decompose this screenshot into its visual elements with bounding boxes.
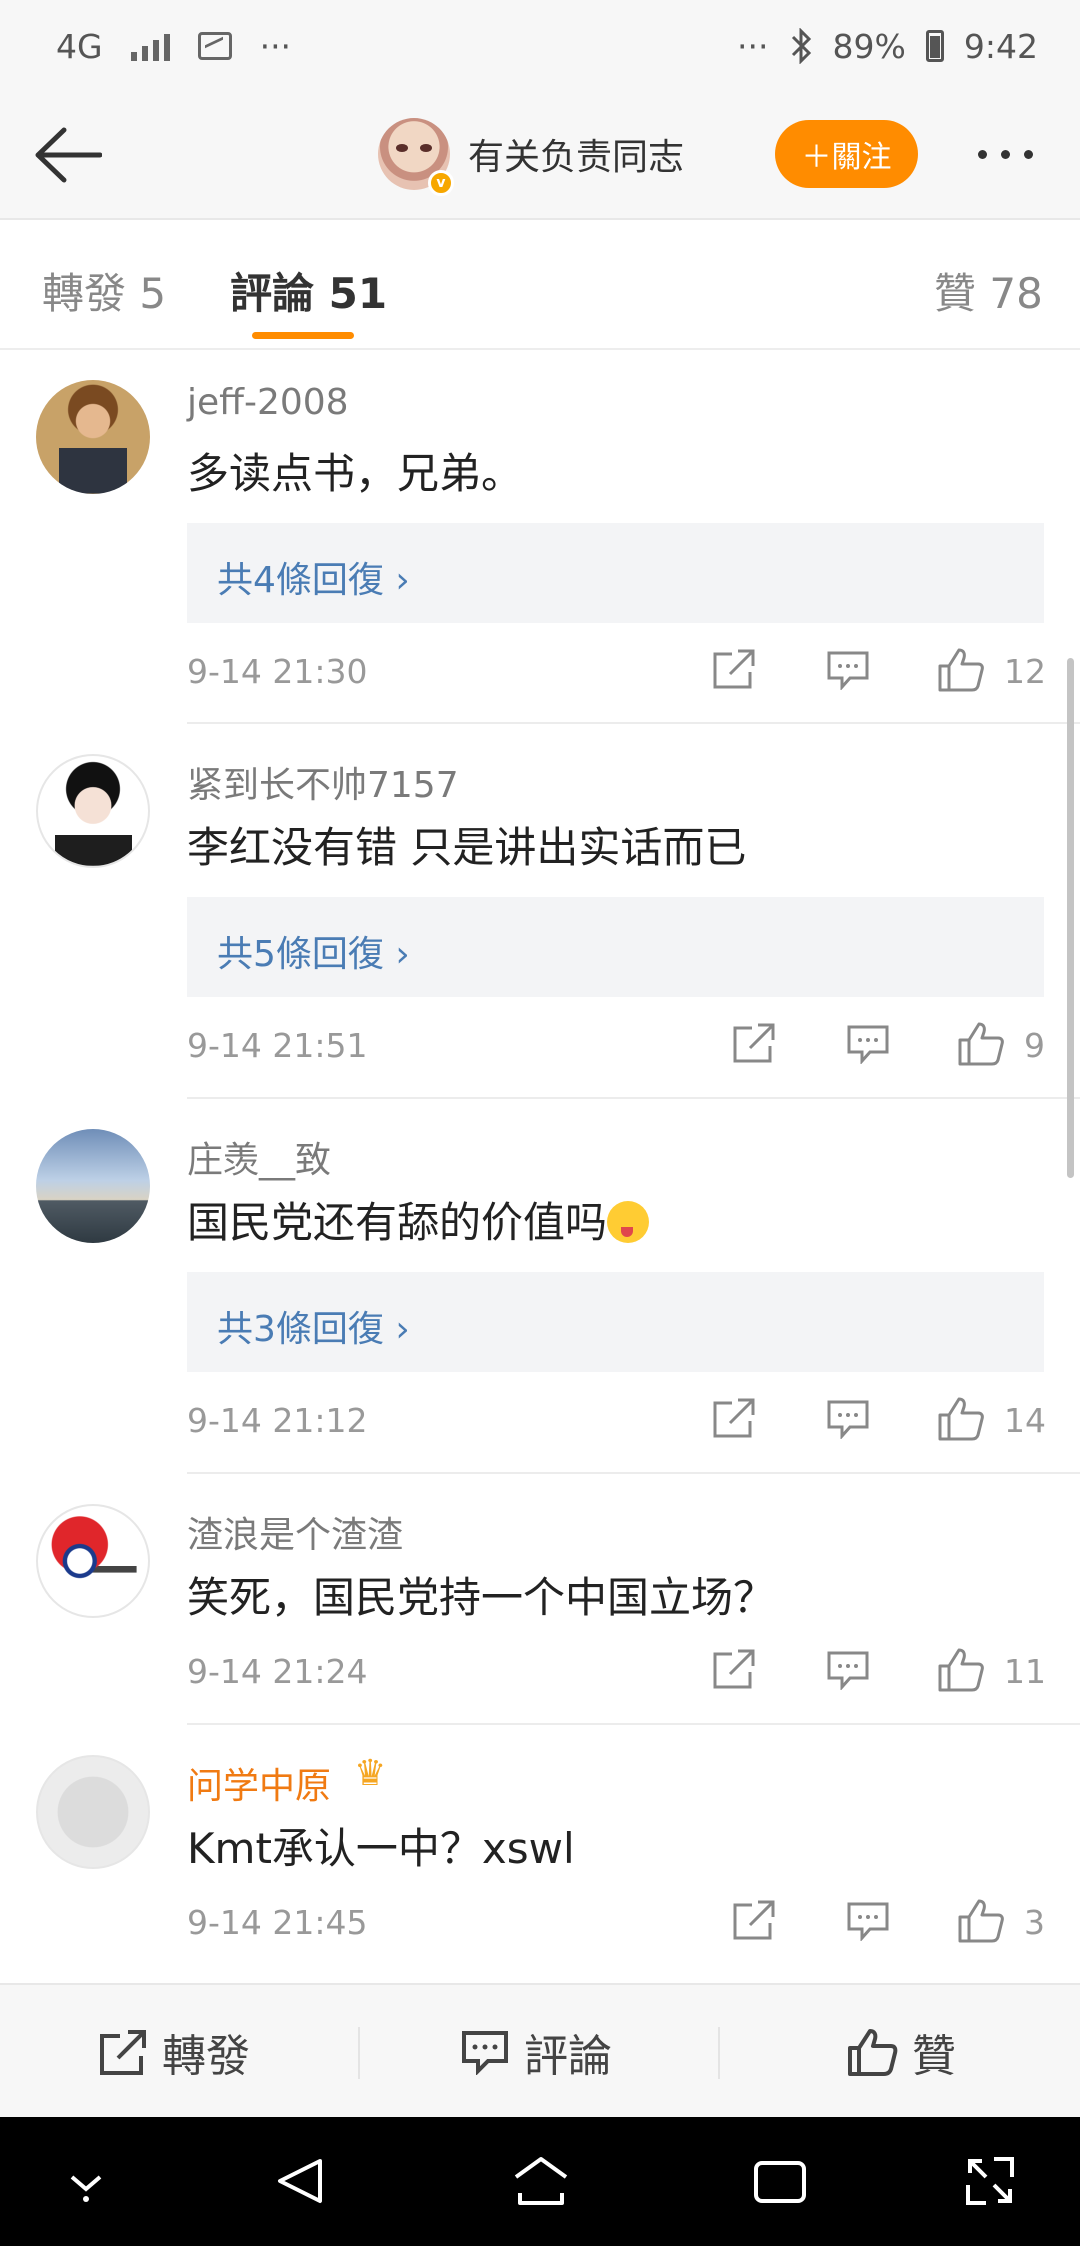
battery-percent: 89% <box>832 26 906 66</box>
like-label: 贊 <box>912 2031 956 2082</box>
comment-icon[interactable] <box>826 650 870 690</box>
comment-username[interactable]: 庄羡__致 <box>187 1131 331 1183</box>
tab-comments[interactable]: 評論 51 <box>230 260 387 321</box>
bar-divider <box>358 2027 360 2079</box>
back-nav-icon[interactable] <box>274 2155 326 2207</box>
repost-button[interactable]: 轉發 <box>98 1985 250 2119</box>
replies-label: 共3條回復 › <box>217 1309 410 1350</box>
comment-item: 庄羡__致 国民党还有舔的价值吗 共3條回復 › 9-14 21:12 14 <box>0 1099 1080 1474</box>
replies-label: 共5條回復 › <box>217 934 410 975</box>
like-icon[interactable] <box>937 1396 985 1442</box>
replies-link[interactable]: 共3條回復 › <box>187 1272 1044 1372</box>
share-icon <box>100 2030 146 2075</box>
recent-apps-icon[interactable] <box>752 2155 808 2207</box>
share-icon[interactable] <box>732 1899 776 1941</box>
like-count: 9 <box>1024 1026 1045 1065</box>
image-notification-icon <box>197 32 232 60</box>
comment-item: jeff-2008 多读点书，兄弟。 共4條回復 › 9-14 21:30 12 <box>0 350 1080 724</box>
tongue-out-emoji-icon <box>607 1201 650 1243</box>
comment-label: 評論 <box>524 2031 612 2082</box>
clock: 9:42 <box>963 26 1038 66</box>
comment-time: 9-14 21:12 <box>187 1401 368 1440</box>
home-nav-icon[interactable] <box>510 2155 572 2207</box>
repost-label: 轉發 <box>162 2031 250 2082</box>
comment-item: 问学中原 ♛ Kmt承认一中？xswl 9-14 21:45 3 <box>0 1725 1080 1983</box>
bluetooth-icon <box>791 28 811 64</box>
comment-text: Kmt承认一中？xswl <box>187 1824 575 1873</box>
comment-item: 渣浪是个渣渣 笑死，国民党持一个中国立场？ 9-14 21:24 11 <box>0 1474 1080 1725</box>
user-avatar[interactable] <box>36 1504 150 1618</box>
like-icon[interactable] <box>957 1021 1005 1067</box>
status-bar: 4G ··· ··· 89% 9:42 <box>0 0 1080 92</box>
comment-username[interactable]: jeff-2008 <box>187 382 349 423</box>
like-icon[interactable] <box>937 1647 985 1693</box>
like-count: 12 <box>1004 652 1046 691</box>
signal-icon <box>130 31 170 61</box>
author-name[interactable]: 有关负责同志 <box>468 128 684 180</box>
more-notifications-indicator: ··· <box>259 26 292 66</box>
bar-divider <box>718 2027 720 2079</box>
follow-button[interactable]: ＋關注 <box>775 120 918 188</box>
share-icon[interactable] <box>712 1397 756 1439</box>
back-arrow-icon[interactable] <box>30 122 102 188</box>
like-count: 14 <box>1004 1401 1046 1440</box>
comment-time: 9-14 21:51 <box>187 1026 368 1065</box>
hide-keyboard-icon[interactable] <box>64 2167 108 2203</box>
user-avatar[interactable] <box>36 1129 150 1243</box>
comment-icon[interactable] <box>826 1650 870 1690</box>
verified-badge: v <box>428 170 454 196</box>
comment-username[interactable]: 渣浪是个渣渣 <box>187 1506 403 1558</box>
more-status-indicator: ··· <box>737 26 769 66</box>
user-avatar[interactable] <box>36 380 150 494</box>
comment-text: 李红没有错 只是讲出实话而已 <box>187 823 747 872</box>
replies-link[interactable]: 共4條回復 › <box>187 523 1044 623</box>
system-nav-bar <box>0 2117 1080 2246</box>
comment-icon <box>462 2031 508 2075</box>
comment-username[interactable]: 问学中原 <box>187 1757 331 1809</box>
comment-icon[interactable] <box>846 1024 890 1064</box>
more-options-icon[interactable] <box>978 132 1033 176</box>
comment-icon[interactable] <box>846 1901 890 1941</box>
like-count: 11 <box>1004 1652 1046 1691</box>
active-tab-indicator <box>252 332 354 339</box>
comment-time: 9-14 21:30 <box>187 652 368 691</box>
network-indicator: 4G <box>56 26 103 66</box>
crown-icon: ♛ <box>354 1753 387 1794</box>
comment-item: 紧到长不帅7157 李红没有错 只是讲出实话而已 共5條回復 › 9-14 21… <box>0 724 1080 1099</box>
comment-button[interactable]: 評論 <box>460 1985 612 2119</box>
expand-screen-icon[interactable] <box>964 2155 1016 2207</box>
comment-time: 9-14 21:45 <box>187 1903 368 1942</box>
scrollbar[interactable] <box>1067 658 1074 1178</box>
tab-bar: 轉發 5 評論 51 贊 78 <box>0 220 1080 350</box>
share-icon[interactable] <box>712 648 756 690</box>
user-avatar[interactable] <box>36 754 150 868</box>
tab-reposts[interactable]: 轉發 5 <box>42 260 166 321</box>
bottom-action-bar: 轉發 評論 贊 <box>0 1983 1080 2117</box>
like-count: 3 <box>1024 1903 1045 1942</box>
comment-icon[interactable] <box>826 1399 870 1439</box>
comment-text: 笑死，国民党持一个中国立场？ <box>187 1573 776 1622</box>
replies-link[interactable]: 共5條回復 › <box>187 897 1044 997</box>
like-icon[interactable] <box>957 1898 1005 1944</box>
user-avatar[interactable] <box>36 1755 150 1869</box>
share-icon[interactable] <box>732 1022 776 1064</box>
like-icon <box>848 2029 898 2076</box>
battery-icon <box>925 30 944 62</box>
like-icon[interactable] <box>937 647 985 693</box>
like-button[interactable]: 贊 <box>846 1985 956 2119</box>
comment-time: 9-14 21:24 <box>187 1652 368 1691</box>
replies-label: 共4條回復 › <box>217 560 410 601</box>
comment-text: 多读点书，兄弟。 <box>187 449 524 498</box>
comment-text: 国民党还有舔的价值吗 <box>187 1189 650 1250</box>
tab-likes[interactable]: 贊 78 <box>934 260 1043 321</box>
comment-text-content: 国民党还有舔的价值吗 <box>187 1198 608 1247</box>
top-bar: v 有关负责同志 ＋關注 <box>0 92 1080 220</box>
comment-username[interactable]: 紧到长不帅7157 <box>187 756 459 808</box>
share-icon[interactable] <box>712 1648 756 1690</box>
